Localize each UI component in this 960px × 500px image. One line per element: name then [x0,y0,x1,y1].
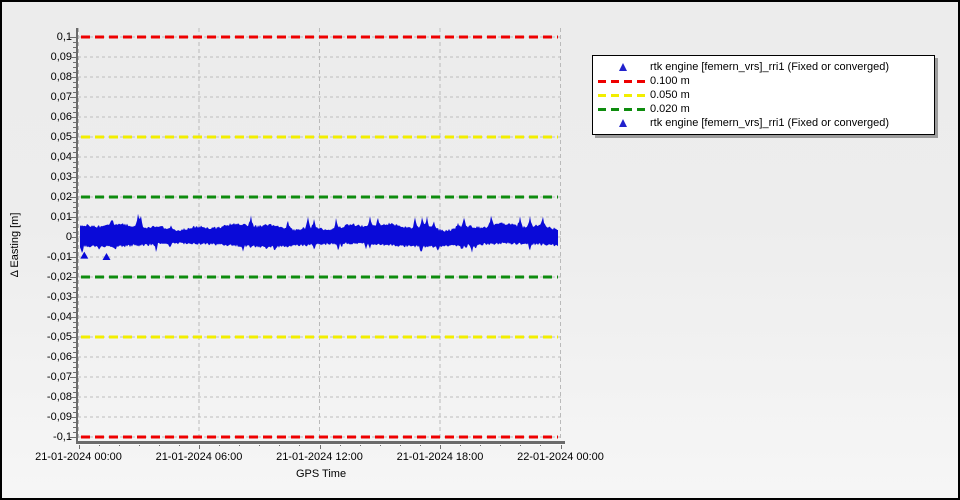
tick-mark [219,444,220,446]
legend-row: 0.020 m [596,102,932,116]
tick-mark [279,444,280,446]
tick-mark [340,444,341,446]
tick-mark [400,444,401,446]
y-tick-label: -0,07 [2,370,72,384]
tick-mark [520,444,521,446]
legend-row: 0.100 m [596,74,932,88]
plot-canvas [78,28,561,441]
tick-mark [460,444,461,446]
legend-label: 0.020 m [650,103,690,115]
y-tick-label: -0,1 [2,430,72,444]
y-tick-label: -0,01 [2,250,72,264]
y-tick-label: 0,03 [2,170,72,184]
tick-mark [420,444,421,446]
y-tick-label: 0 [2,230,72,244]
tick-mark [380,444,381,446]
legend-row: rtk engine [femern_vrs]_rri1 (Fixed or c… [596,60,932,74]
chart-window: Δ Easting [m] 0,10,090,080,070,060,050,0… [0,0,960,500]
y-tick-label: 0,1 [2,30,72,44]
plot-area [78,28,561,441]
dashed-line-marker-icon [598,80,648,83]
y-tick-label: -0,08 [2,390,72,404]
legend-label: 0.100 m [650,75,690,87]
legend-marker-triangle [596,63,650,71]
y-tick-label: 0,06 [2,110,72,124]
tick-mark [480,444,481,446]
tick-mark [440,444,441,449]
y-tick-label: 0,01 [2,210,72,224]
tick-mark [540,444,541,446]
y-tick-label: 0,07 [2,90,72,104]
tick-mark [320,444,321,449]
y-tick-label: 0,09 [2,50,72,64]
x-tick-label: 21-01-2024 12:00 [276,450,363,464]
tick-mark [199,444,200,449]
tick-mark [259,444,260,446]
y-tick-label: -0,03 [2,290,72,304]
outlier-marker [80,252,88,259]
legend-marker-triangle [596,119,650,127]
tick-mark [119,444,120,446]
tick-mark [561,444,562,449]
legend-marker-dash [596,80,650,83]
tick-mark [179,444,180,446]
legend-row: rtk engine [femern_vrs]_rri1 (Fixed or c… [596,116,932,130]
legend-marker-dash [596,94,650,97]
legend-row: 0.050 m [596,88,932,102]
legend-marker-dash [596,108,650,111]
y-tick-label: -0,06 [2,350,72,364]
x-tick-label: 21-01-2024 06:00 [156,450,243,464]
tick-mark [159,444,160,446]
tick-mark [500,444,501,446]
legend-box: rtk engine [femern_vrs]_rri1 (Fixed or c… [592,55,935,135]
tick-mark [299,444,300,446]
dashed-line-marker-icon [598,94,648,97]
tick-mark [239,444,240,446]
tick-mark [99,444,100,446]
tick-mark [360,444,361,446]
x-axis-line [76,441,565,444]
y-tick-label: -0,05 [2,330,72,344]
y-tick-label: -0,04 [2,310,72,324]
y-tick-label: -0,09 [2,410,72,424]
x-tick-label: 21-01-2024 18:00 [397,450,484,464]
x-tick-label: 22-01-2024 00:00 [517,450,604,464]
y-tick-label: 0,02 [2,190,72,204]
x-axis-title: GPS Time [296,467,346,481]
triangle-marker-icon [619,63,627,71]
legend-label: rtk engine [femern_vrs]_rri1 (Fixed or c… [650,117,889,129]
tick-mark [139,444,140,446]
legend-label: rtk engine [femern_vrs]_rri1 (Fixed or c… [650,61,889,73]
legend-label: 0.050 m [650,89,690,101]
y-tick-label: 0,04 [2,150,72,164]
y-tick-label: -0,02 [2,270,72,284]
tick-mark [79,444,80,449]
y-tick-label: 0,08 [2,70,72,84]
x-tick-label: 21-01-2024 00:00 [35,450,122,464]
y-tick-label: 0,05 [2,130,72,144]
dashed-line-marker-icon [598,108,648,111]
triangle-marker-icon [619,119,627,127]
